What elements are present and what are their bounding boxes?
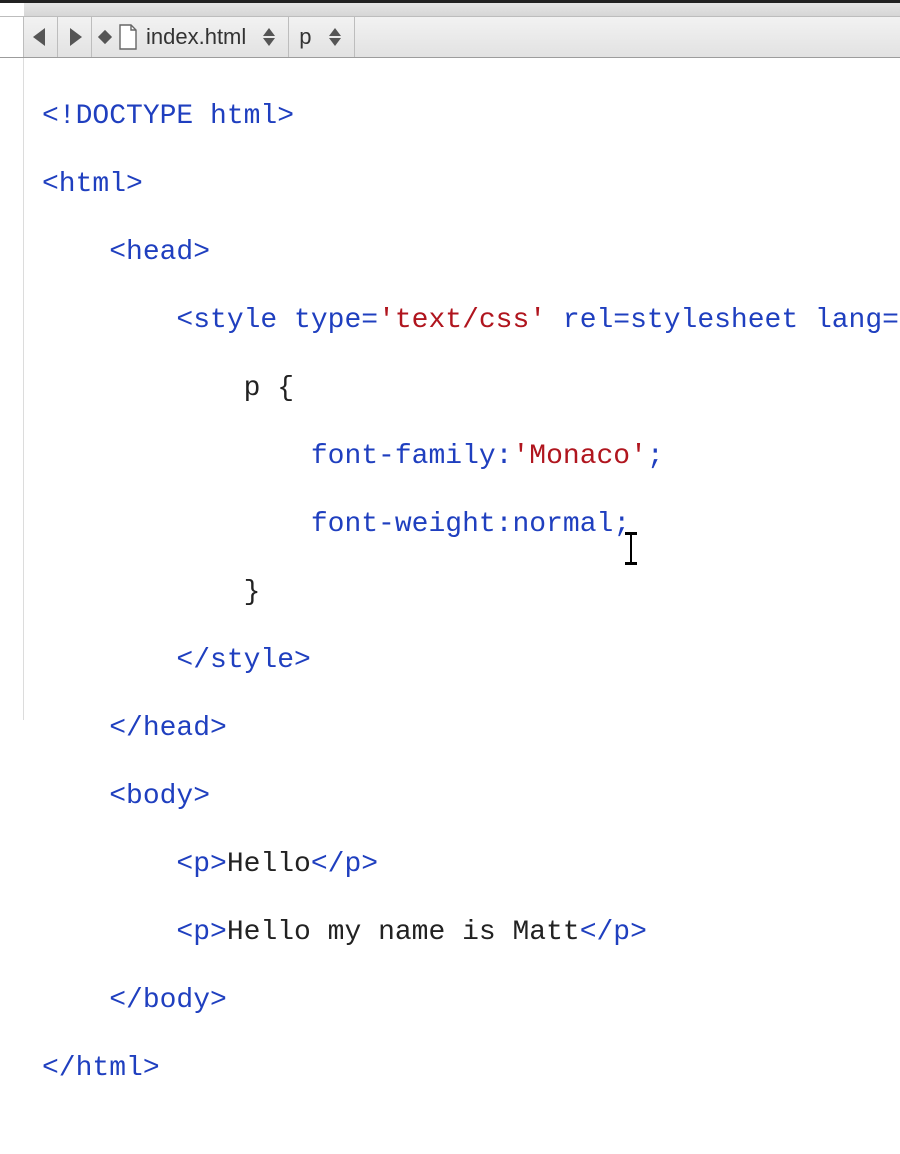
code-token: normal: [512, 509, 613, 540]
code-token: 'Monaco': [512, 441, 646, 472]
toolbar-top-fragment: [0, 0, 900, 16]
chevron-up-icon: [263, 28, 275, 36]
code-token: </p>: [580, 917, 647, 948]
code-token: <style: [176, 305, 294, 336]
code-token: </body>: [109, 985, 227, 1016]
code-token: </p>: [311, 849, 378, 880]
code-token: ;: [647, 441, 664, 472]
diamond-icon: [98, 30, 112, 44]
code-token: <p>: [176, 849, 226, 880]
code-token: </style>: [176, 645, 310, 676]
chevron-up-icon: [329, 28, 341, 36]
chevron-down-icon: [263, 38, 275, 46]
code-token: </head>: [109, 713, 227, 744]
code-editor[interactable]: <!DOCTYPE html> <html> <head> <style typ…: [0, 58, 900, 720]
element-segment[interactable]: p: [289, 17, 354, 57]
code-token: stylesheet: [630, 305, 798, 336]
code-token: <p>: [176, 917, 226, 948]
element-segment-dropdown[interactable]: [326, 17, 344, 57]
code-token: <body>: [109, 781, 210, 812]
code-token: }: [244, 577, 261, 608]
path-bar: index.html p: [0, 16, 900, 58]
file-name-label: index.html: [146, 24, 246, 50]
file-segment[interactable]: index.html: [92, 17, 289, 57]
code-token: rel=: [546, 305, 630, 336]
code-token: <!DOCTYPE html>: [42, 101, 294, 132]
code-token: lang=: [798, 305, 899, 336]
nav-forward-button[interactable]: [58, 17, 92, 57]
code-token: <head>: [109, 237, 210, 268]
code-token: <html>: [42, 169, 143, 200]
code-token: Hello my name is Matt: [227, 917, 580, 948]
code-token: p {: [244, 373, 294, 404]
source-code[interactable]: <!DOCTYPE html> <html> <head> <style typ…: [24, 58, 900, 1154]
code-token: </html>: [42, 1053, 160, 1084]
triangle-left-icon: [33, 28, 48, 46]
file-segment-dropdown[interactable]: [260, 17, 278, 57]
nav-back-button[interactable]: [24, 17, 58, 57]
code-token: Hello: [227, 849, 311, 880]
chevron-down-icon: [329, 38, 341, 46]
document-icon: [118, 24, 138, 50]
triangle-right-icon: [67, 28, 82, 46]
element-context-label: p: [299, 24, 311, 50]
code-token: font-family:: [311, 441, 513, 472]
code-token: 'text/css': [378, 305, 546, 336]
code-token: type=: [294, 305, 378, 336]
code-token: font-weight:: [311, 509, 513, 540]
gutter: [0, 58, 24, 720]
